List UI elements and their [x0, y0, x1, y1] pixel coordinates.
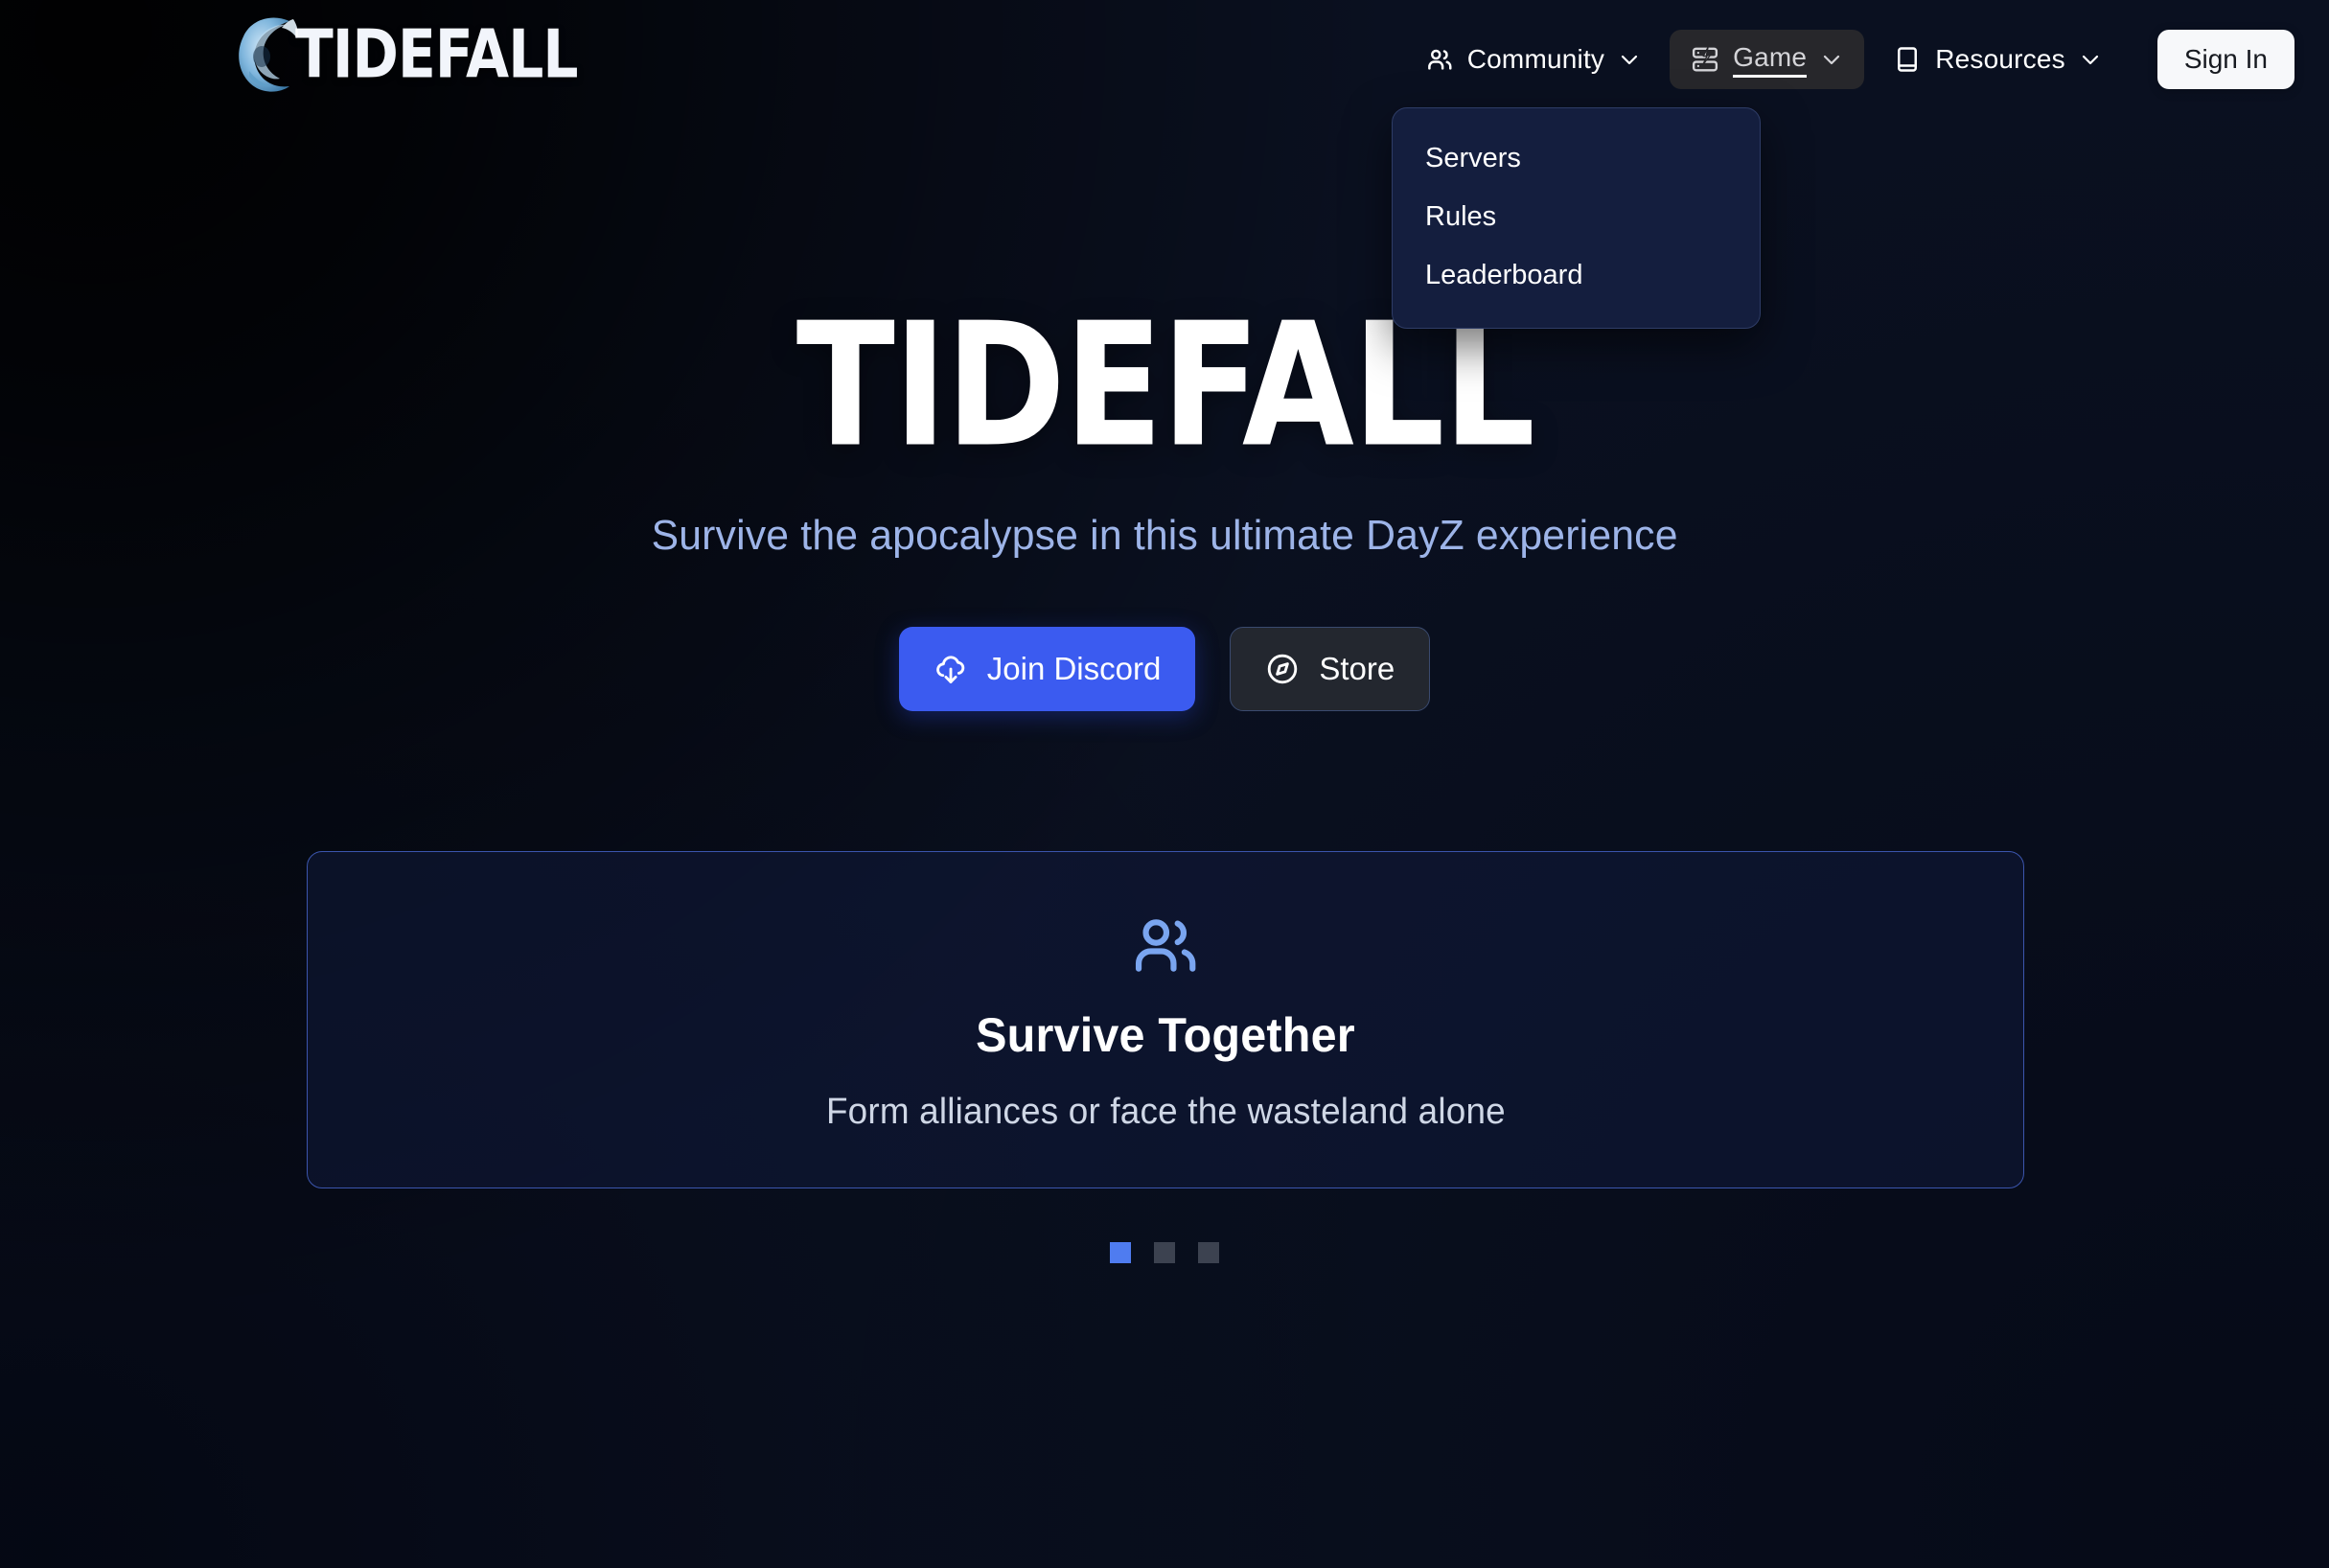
- users-icon: [1135, 918, 1196, 972]
- book-icon: [1898, 47, 1918, 72]
- join-discord-button[interactable]: Join Discord: [898, 627, 1196, 711]
- hero-subtitle: Survive the apocalypse in this ultimate …: [651, 512, 1678, 559]
- carousel-dots: [0, 1242, 2329, 1263]
- feature-card-description: Form alliances or face the wasteland alo…: [825, 1091, 1506, 1132]
- nav-item-community[interactable]: Community: [1404, 30, 1662, 89]
- wave-globe-icon: [239, 17, 298, 92]
- sign-in-button[interactable]: Sign In: [2156, 30, 2294, 89]
- server-lightning-icon: [1693, 46, 1718, 72]
- game-dropdown-menu: Servers Rules Leaderboard: [1392, 107, 1761, 329]
- nav-label-resources: Resources: [1935, 44, 2065, 74]
- nav-item-game[interactable]: Game: [1670, 30, 1865, 89]
- dropdown-item-leaderboard[interactable]: Leaderboard: [1393, 246, 1760, 305]
- feature-card: Survive Together Form alliances or face …: [307, 851, 2024, 1188]
- cloud-download-icon: [935, 656, 965, 683]
- carousel-dot-3[interactable]: [1198, 1242, 1219, 1263]
- navbar-menu: Community Game Resources Sign In: [1404, 30, 2294, 89]
- hero-actions: Join Discord Store: [898, 627, 1431, 711]
- chevron-down-icon: [1622, 55, 1638, 65]
- site-logo[interactable]: TIDEFALL: [230, 8, 595, 100]
- nav-label-game: Game: [1733, 42, 1808, 78]
- logo-wordmark: TIDEFALL: [295, 14, 579, 93]
- dropdown-item-servers[interactable]: Servers: [1393, 129, 1760, 188]
- store-button[interactable]: Store: [1230, 627, 1431, 711]
- carousel-dot-1[interactable]: [1110, 1242, 1131, 1263]
- chevron-down-icon: [1824, 55, 1840, 65]
- compass-icon: [1268, 654, 1298, 684]
- chevron-down-icon: [2082, 55, 2098, 65]
- nav-label-community: Community: [1466, 44, 1605, 74]
- join-discord-label: Join Discord: [986, 651, 1162, 686]
- users-icon: [1427, 49, 1452, 70]
- navbar: TIDEFALL Community Game Resources Sign I…: [0, 0, 2329, 119]
- feature-card-title: Survive Together: [976, 1007, 1355, 1062]
- nav-item-resources[interactable]: Resources: [1872, 30, 2123, 89]
- carousel-dot-2[interactable]: [1154, 1242, 1175, 1263]
- dropdown-item-rules[interactable]: Rules: [1393, 188, 1760, 246]
- store-label: Store: [1319, 651, 1395, 686]
